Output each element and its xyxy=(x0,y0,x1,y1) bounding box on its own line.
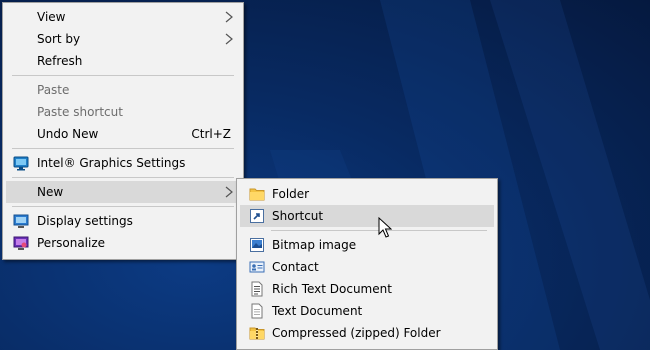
submenu-item-label: Text Document xyxy=(272,304,363,318)
desktop-context-menu: View Sort by Refresh Paste Paste shortcu… xyxy=(2,2,244,260)
menu-item-sort-by[interactable]: Sort by xyxy=(6,28,240,50)
contact-icon xyxy=(249,261,265,273)
menu-item-label: Paste xyxy=(37,83,70,97)
shortcut-icon xyxy=(250,209,264,223)
chevron-right-icon xyxy=(225,186,233,198)
display-icon xyxy=(13,214,29,228)
folder-icon xyxy=(249,188,265,201)
menu-item-personalize[interactable]: Personalize xyxy=(6,232,240,254)
submenu-item-contact[interactable]: Contact xyxy=(240,256,494,278)
menu-item-label: New xyxy=(37,185,64,199)
menu-item-intel-graphics-settings[interactable]: Intel® Graphics Settings xyxy=(6,152,240,174)
submenu-item-shortcut[interactable]: Shortcut xyxy=(240,205,494,227)
chevron-right-icon xyxy=(225,11,233,23)
submenu-item-text-document[interactable]: Text Document xyxy=(240,300,494,322)
menu-item-label: Paste shortcut xyxy=(37,105,123,119)
menu-item-label: Intel® Graphics Settings xyxy=(37,156,186,170)
submenu-item-label: Bitmap image xyxy=(272,238,357,252)
submenu-item-label: Folder xyxy=(272,187,310,201)
intel-graphics-icon xyxy=(13,156,29,171)
menu-item-label: Undo New xyxy=(37,127,99,141)
mouse-pointer-icon xyxy=(378,217,392,238)
submenu-item-label: Shortcut xyxy=(272,209,324,223)
submenu-item-label: Contact xyxy=(272,260,319,274)
text-document-icon xyxy=(251,303,263,319)
submenu-item-compressed-folder[interactable]: Compressed (zipped) Folder xyxy=(240,322,494,344)
menu-item-label: Refresh xyxy=(37,54,83,68)
menu-item-label: View xyxy=(37,10,66,24)
submenu-item-label: Rich Text Document xyxy=(272,282,392,296)
zipped-folder-icon xyxy=(249,327,265,340)
menu-separator xyxy=(12,177,234,178)
menu-item-paste-shortcut[interactable]: Paste shortcut xyxy=(6,101,240,123)
bitmap-icon xyxy=(250,238,264,252)
submenu-item-label: Compressed (zipped) Folder xyxy=(272,326,441,340)
menu-item-new[interactable]: New xyxy=(6,181,240,203)
submenu-item-folder[interactable]: Folder xyxy=(240,183,494,205)
menu-item-label: Personalize xyxy=(37,236,106,250)
keyboard-shortcut: Ctrl+Z xyxy=(191,127,231,141)
submenu-item-bitmap-image[interactable]: Bitmap image xyxy=(240,234,494,256)
menu-item-view[interactable]: View xyxy=(6,6,240,28)
menu-separator xyxy=(12,148,234,149)
menu-separator xyxy=(12,206,234,207)
menu-item-refresh[interactable]: Refresh xyxy=(6,50,240,72)
menu-item-paste[interactable]: Paste xyxy=(6,79,240,101)
personalize-icon xyxy=(13,236,29,250)
menu-item-display-settings[interactable]: Display settings xyxy=(6,210,240,232)
chevron-right-icon xyxy=(225,33,233,45)
submenu-item-rich-text-document[interactable]: Rich Text Document xyxy=(240,278,494,300)
rich-text-document-icon xyxy=(251,281,263,297)
menu-item-label: Display settings xyxy=(37,214,133,228)
new-submenu: Folder Shortcut Bitmap image Contact Ric… xyxy=(236,178,498,350)
menu-item-undo-new[interactable]: Undo New Ctrl+Z xyxy=(6,123,240,145)
menu-separator xyxy=(12,75,234,76)
menu-item-label: Sort by xyxy=(37,32,81,46)
